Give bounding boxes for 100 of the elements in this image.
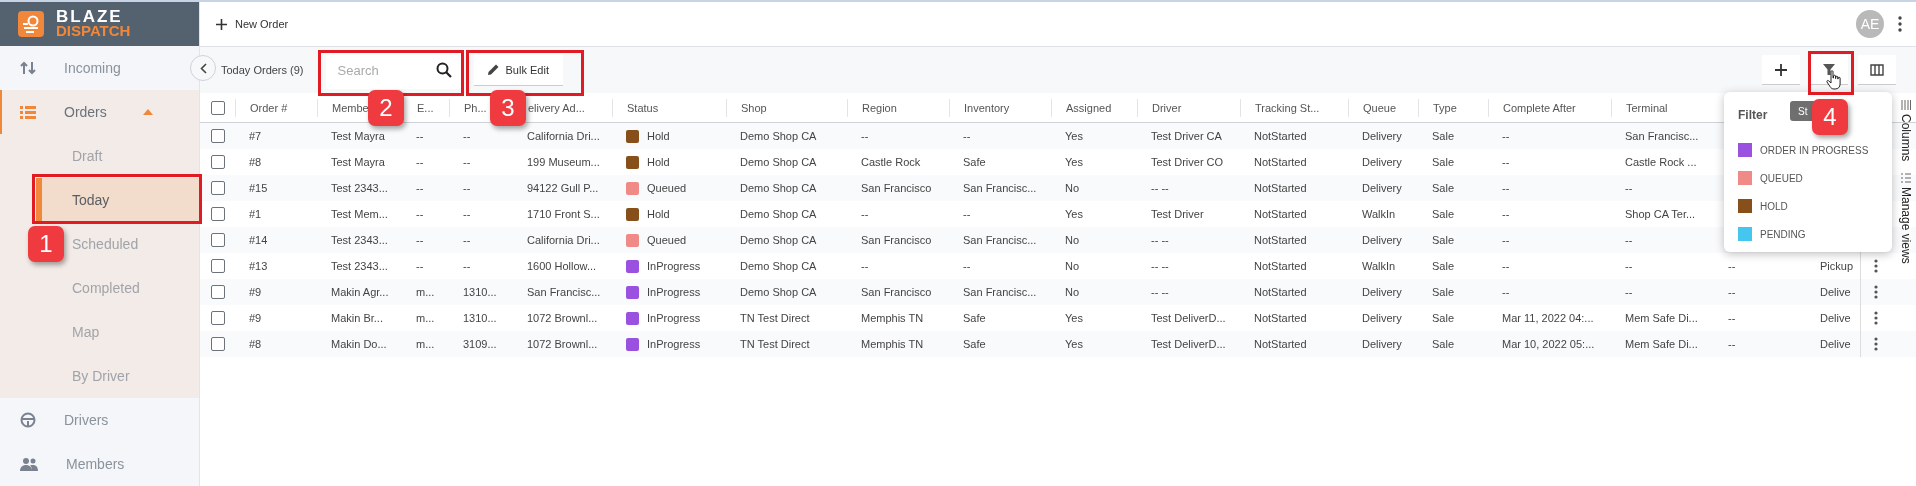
- table-cell: Safe: [963, 312, 986, 324]
- steering-wheel-icon: [20, 412, 36, 428]
- table-cell: 3109...: [463, 338, 497, 350]
- table-cell: InProgress: [647, 312, 701, 324]
- table-cell: 1310...: [463, 286, 497, 298]
- table-cell: Shop CA Ter...: [1625, 208, 1696, 220]
- table-cell: InProgress: [647, 286, 701, 298]
- step-badge: 3: [490, 90, 526, 126]
- table-cell: No: [1065, 182, 1080, 194]
- table-cell: Sale: [1432, 156, 1455, 168]
- table-cell: NotStarted: [1254, 260, 1307, 272]
- filter-option[interactable]: HOLD: [1738, 192, 1878, 220]
- table-cell: Delive: [1820, 312, 1851, 324]
- filter-option[interactable]: PENDING: [1738, 220, 1878, 248]
- row-checkbox[interactable]: [210, 285, 225, 299]
- row-checkbox[interactable]: [210, 181, 225, 195]
- table-cell: --: [463, 182, 471, 194]
- row-checkbox[interactable]: [210, 155, 225, 169]
- table-cell: Demo Shop CA: [740, 130, 817, 142]
- column-header[interactable]: Assigned: [1066, 101, 1112, 114]
- nav-subitem[interactable]: Today: [72, 192, 110, 208]
- table-cell: m...: [416, 286, 435, 298]
- bulk-edit-button[interactable]: Bulk Edit: [473, 54, 563, 86]
- new-order-button[interactable]: New Order: [214, 14, 291, 34]
- columns-icon: [1870, 63, 1884, 76]
- table-cell: San Francisc...: [963, 234, 1037, 246]
- table-cell: Yes: [1065, 156, 1083, 168]
- table-cell: Delivery: [1362, 286, 1402, 298]
- filter-option[interactable]: ORDER IN PROGRESS: [1738, 136, 1878, 164]
- table-cell: San Francisc...: [963, 286, 1037, 298]
- table-cell: InProgress: [647, 260, 701, 272]
- search-field[interactable]: Search: [325, 51, 464, 89]
- table-cell: Demo Shop CA: [740, 208, 817, 220]
- row-menu-icon[interactable]: [1874, 259, 1878, 273]
- column-header[interactable]: Ph...: [464, 101, 487, 114]
- table-cell: 1072 Brownl...: [527, 338, 598, 350]
- table-cell: Memphis TN: [861, 338, 924, 350]
- column-header[interactable]: E...: [417, 101, 434, 114]
- table-cell: #8: [249, 338, 262, 350]
- column-header[interactable]: Queue: [1363, 101, 1397, 114]
- table-cell: --: [963, 260, 971, 272]
- table-cell: #15: [249, 182, 268, 194]
- row-menu-icon[interactable]: [1874, 311, 1878, 325]
- table-cell: -- --: [1151, 182, 1169, 194]
- row-menu-icon[interactable]: [1874, 285, 1878, 299]
- side-tab[interactable]: Manage views: [1899, 187, 1913, 265]
- side-tab[interactable]: Columns: [1899, 114, 1913, 162]
- select-all-checkbox[interactable]: [210, 100, 225, 115]
- row-checkbox[interactable]: [210, 233, 225, 247]
- table-cell: Test 2343...: [331, 234, 388, 246]
- column-header[interactable]: Tracking St...: [1255, 101, 1320, 114]
- columns-button[interactable]: [1858, 55, 1896, 85]
- table-cell: --: [1502, 130, 1510, 142]
- table-cell: --: [861, 208, 869, 220]
- row-checkbox[interactable]: [210, 311, 225, 325]
- table-cell: 199 Museum...: [527, 156, 600, 168]
- table-cell: Delivery: [1362, 234, 1402, 246]
- row-checkbox[interactable]: [210, 259, 225, 273]
- table-cell: Demo Shop CA: [740, 156, 817, 168]
- table-cell: --: [416, 234, 424, 246]
- column-header[interactable]: Status: [627, 101, 659, 114]
- table-cell: San Francisco: [861, 234, 932, 246]
- table-cell: Sale: [1432, 130, 1455, 142]
- table-cell: --: [1502, 234, 1510, 246]
- filter-option[interactable]: QUEUED: [1738, 164, 1878, 192]
- table-cell: Delive: [1820, 286, 1851, 298]
- table-cell: m...: [416, 312, 435, 324]
- table-cell: No: [1065, 260, 1080, 272]
- table-cell: --: [1728, 260, 1736, 272]
- column-header[interactable]: Order #: [250, 101, 288, 114]
- columns-icon: [1901, 100, 1911, 110]
- column-header[interactable]: Terminal: [1626, 101, 1668, 114]
- orders-count-title: Today Orders (9): [221, 64, 304, 76]
- column-header[interactable]: Region: [862, 101, 897, 114]
- table-cell: --: [1728, 338, 1736, 350]
- column-header[interactable]: Inventory: [964, 101, 1010, 114]
- nav-item[interactable]: Orders: [0, 90, 187, 134]
- row-checkbox[interactable]: [210, 129, 225, 143]
- table-cell: Hold: [647, 130, 670, 142]
- table-cell: Yes: [1065, 312, 1083, 324]
- table-cell: -- --: [1151, 286, 1169, 298]
- filter-icon: [1823, 64, 1835, 75]
- table-cell: Safe: [963, 338, 986, 350]
- column-header[interactable]: Type: [1433, 101, 1457, 114]
- column-header[interactable]: Driver: [1152, 101, 1182, 114]
- row-checkbox[interactable]: [210, 207, 225, 221]
- table-cell: Sale: [1432, 234, 1455, 246]
- column-header[interactable]: elivery Ad...: [528, 101, 585, 114]
- more-icon[interactable]: [1898, 16, 1902, 32]
- table-cell: #13: [249, 260, 268, 272]
- table-cell: Sale: [1432, 260, 1455, 272]
- table-cell: Sale: [1432, 208, 1455, 220]
- column-header[interactable]: Membe: [332, 101, 369, 114]
- row-menu-icon[interactable]: [1874, 337, 1878, 351]
- row-checkbox[interactable]: [210, 337, 225, 351]
- column-header[interactable]: Complete After: [1503, 101, 1576, 114]
- table-cell: Yes: [1065, 130, 1083, 142]
- column-header[interactable]: Shop: [741, 101, 767, 114]
- add-button[interactable]: [1762, 55, 1800, 85]
- table-cell: --: [1728, 312, 1736, 324]
